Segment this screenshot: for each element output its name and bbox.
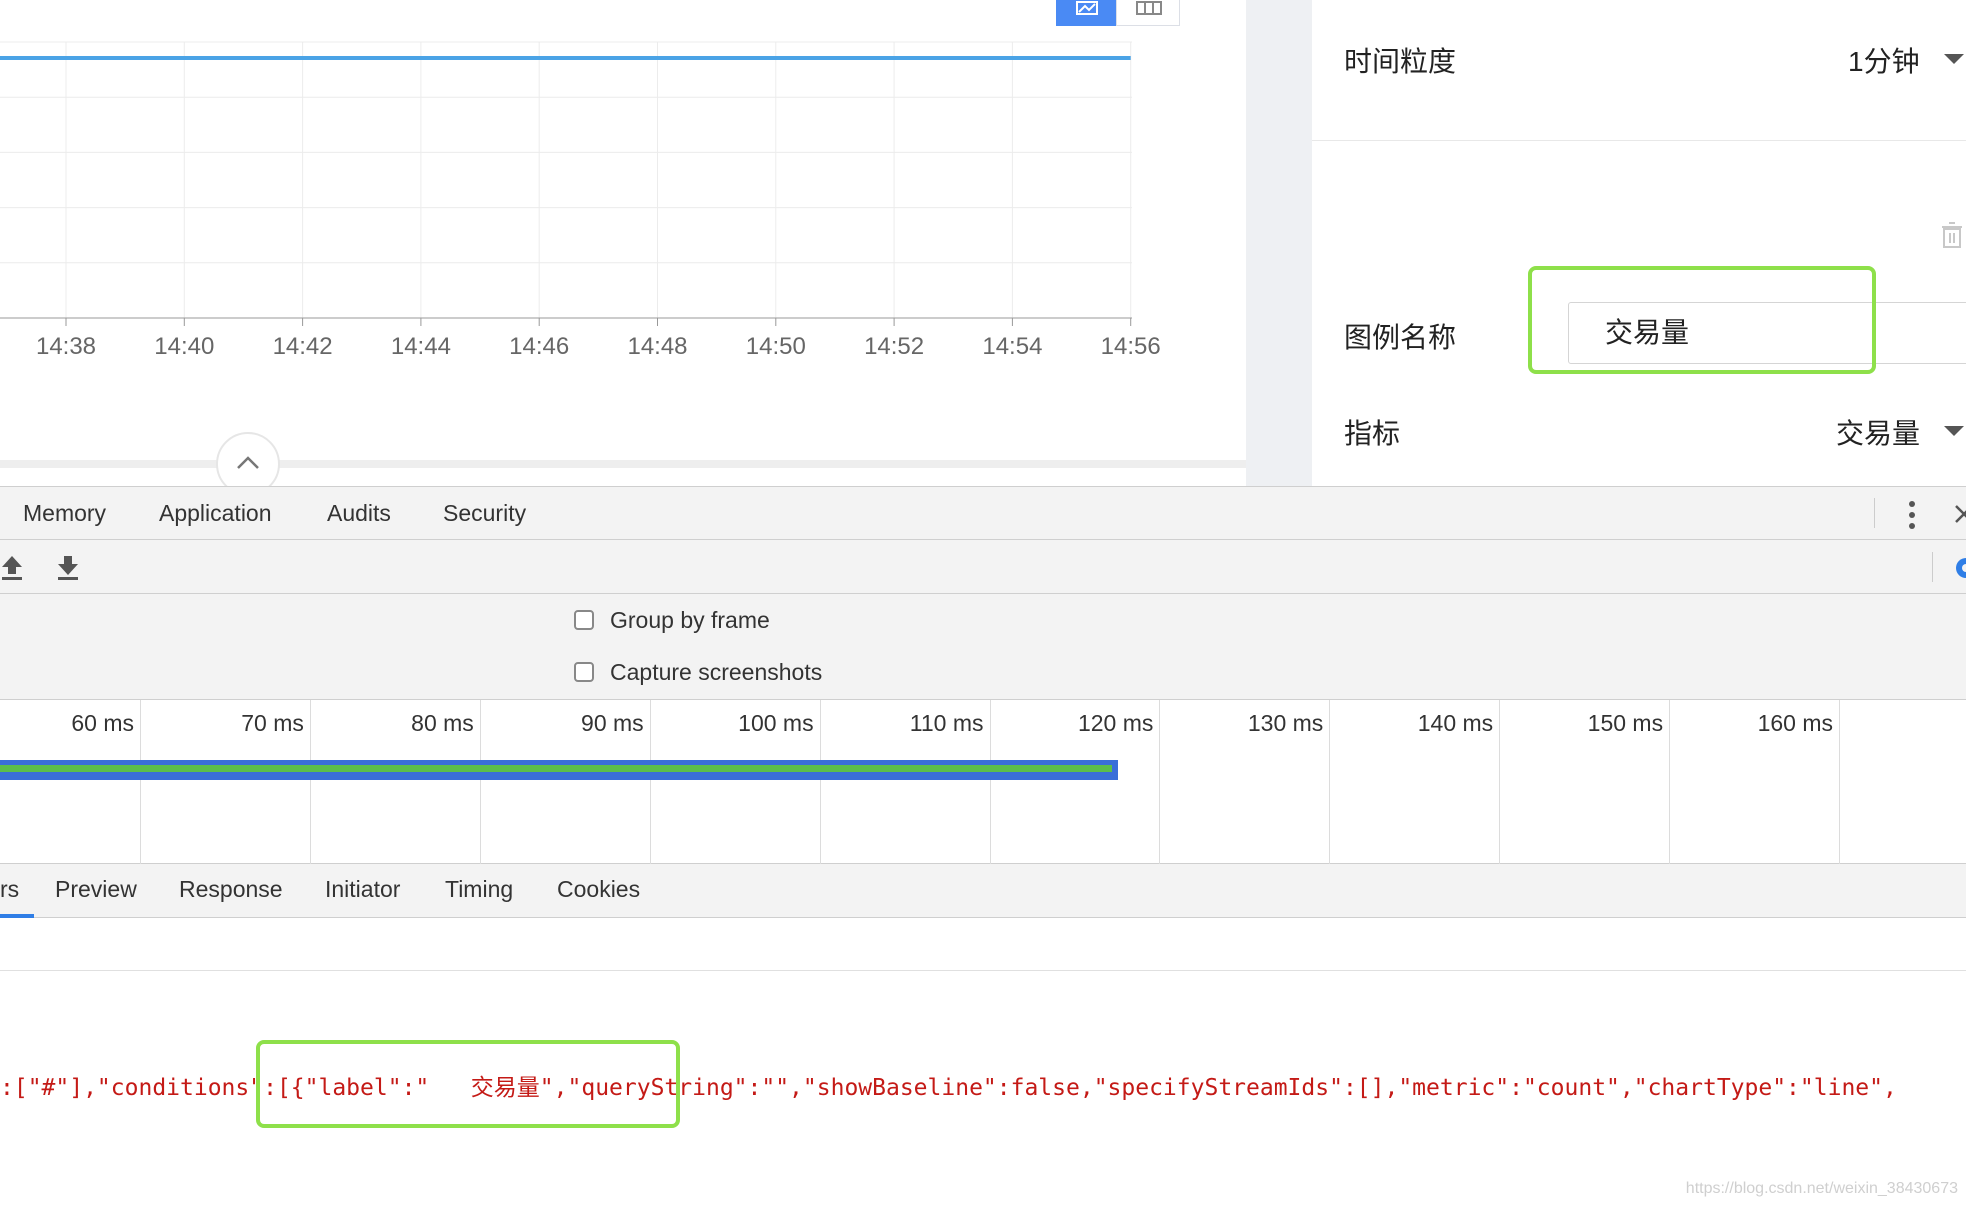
timeline-gridline: [1159, 700, 1161, 864]
x-tick-label: 14:56: [1101, 333, 1161, 360]
trash-icon[interactable]: [1940, 222, 1964, 250]
timeline-tick-label: 100 ms: [738, 710, 814, 736]
group-by-frame-checkbox[interactable]: [574, 610, 594, 630]
chart-panel: 14:38 14:40 14:42 14:44 14:46 14:48 14:50 14:52…: [0, 0, 1246, 496]
timeline-tick-label: 120 ms: [1077, 710, 1154, 736]
toolbar-separator: [1932, 552, 1933, 582]
download-icon[interactable]: [56, 554, 82, 582]
timeline-tick-label: 150 ms: [1587, 710, 1664, 736]
image-icon: [1076, 1, 1098, 15]
timeline-gridline: [1499, 700, 1501, 864]
highlight-box-legend: [1528, 266, 1876, 374]
timeline-gridline: [649, 700, 651, 864]
close-icon[interactable]: [1950, 502, 1966, 526]
x-tick-label: 14:38: [36, 333, 96, 360]
table-view-toggle-button[interactable]: [1116, 0, 1180, 26]
timeline-tick-label: 80 ms: [411, 710, 474, 736]
recording-options: [0, 594, 1966, 700]
timeline-gridline: [1839, 700, 1840, 864]
line-chart: 14:38 14:40 14:42 14:44 14:46 14:48 14:50 14:52…: [0, 41, 1161, 360]
x-tick-label: 14:52: [864, 333, 924, 360]
table-icon: [1136, 1, 1162, 15]
capture-screenshots-label: Capture screenshots: [610, 659, 823, 685]
granularity-label: 时间粒度: [1344, 46, 1457, 77]
highlight-box-payload: [256, 1040, 680, 1128]
metric-label: 指标: [1344, 418, 1401, 449]
x-tick-label: 14:48: [627, 333, 687, 360]
tab-preview[interactable]: Preview: [55, 876, 137, 903]
x-tick-label: 14:40: [154, 333, 214, 360]
timeline-gridline: [819, 700, 821, 864]
tab-timing[interactable]: Timing: [445, 876, 513, 903]
tab-bar-separator: [1874, 498, 1875, 528]
timeline-gridline: [1669, 700, 1671, 864]
timeline-tick-label: 110 ms: [909, 710, 984, 736]
layout-gutter: [1246, 0, 1312, 486]
tab-security[interactable]: Security: [443, 500, 526, 527]
group-by-frame-label: Group by frame: [610, 607, 770, 633]
timeline-tick-label: 130 ms: [1247, 710, 1324, 736]
timeline-tick-label: 60 ms: [71, 710, 134, 736]
timeline-gridline: [479, 700, 481, 864]
chevron-up-icon: [237, 456, 259, 469]
gear-icon[interactable]: [1952, 554, 1966, 582]
tab-audits[interactable]: Audits: [327, 500, 391, 527]
x-tick-label: 14:54: [982, 333, 1042, 360]
timeline-gridline: [1329, 700, 1331, 864]
timeline-tick-label: 90 ms: [581, 710, 644, 736]
chevron-down-icon[interactable]: [1944, 54, 1964, 64]
x-tick-label: 14:44: [391, 333, 451, 360]
request-detail-tabs: [0, 864, 1966, 918]
request-timing-bar: [0, 760, 1118, 780]
tab-headers[interactable]: rs: [0, 876, 19, 903]
legend-name-label: 图例名称: [1344, 322, 1457, 353]
chevron-down-icon[interactable]: [1944, 426, 1964, 436]
tab-initiator[interactable]: Initiator: [325, 876, 400, 903]
timeline-gridline: [309, 700, 311, 864]
active-tab-indicator: [0, 914, 34, 918]
metric-select[interactable]: 交易量: [1836, 412, 1920, 452]
panel-scroll-track: [0, 460, 1246, 468]
timeline-gridline: [989, 700, 991, 864]
upload-icon[interactable]: [0, 554, 26, 582]
request-timing-bar-download: [0, 765, 1112, 772]
x-tick-label: 14:46: [509, 333, 569, 360]
timeline-tick-label: 140 ms: [1417, 710, 1494, 736]
x-tick-label: 14:42: [273, 333, 333, 360]
settings-divider: [1312, 140, 1966, 141]
granularity-select[interactable]: 1分钟: [1848, 40, 1920, 80]
timeline-gridline: [140, 700, 141, 864]
more-options-icon[interactable]: [1904, 498, 1920, 532]
timeline-tick-label: 160 ms: [1757, 710, 1833, 736]
chart-view-toggle-button[interactable]: [1056, 0, 1116, 26]
tab-memory[interactable]: Memory: [23, 500, 106, 527]
devtools-tab-bar: [0, 486, 1966, 540]
devtools-toolbar: [0, 540, 1966, 594]
timeline-tick-label: 70 ms: [241, 710, 304, 736]
tab-cookies[interactable]: Cookies: [557, 876, 640, 903]
tab-application[interactable]: Application: [159, 500, 272, 527]
tab-response[interactable]: Response: [179, 876, 283, 903]
x-tick-label: 14:50: [746, 333, 806, 360]
detail-divider: [0, 970, 1966, 971]
capture-screenshots-checkbox[interactable]: [574, 662, 594, 682]
watermark: https://blog.csdn.net/weixin_38430673: [1685, 1180, 1958, 1197]
